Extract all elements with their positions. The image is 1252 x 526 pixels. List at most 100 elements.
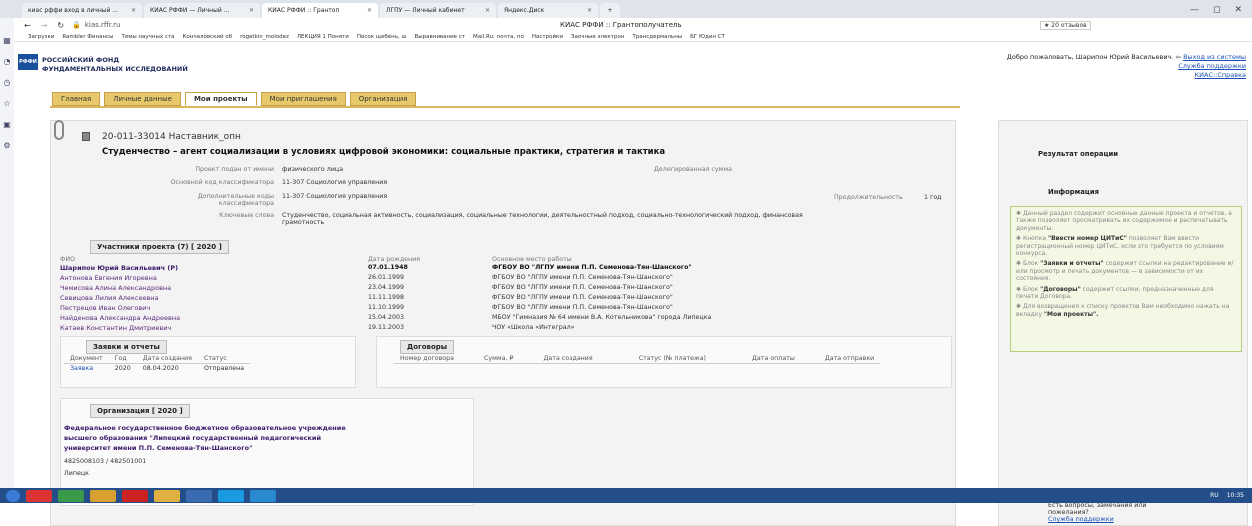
forward-icon[interactable]: → bbox=[41, 21, 48, 30]
clock[interactable]: 10:35 bbox=[1227, 492, 1244, 499]
participant-name[interactable]: Катаев Константин Дмитриевич bbox=[60, 324, 171, 332]
close-icon[interactable]: ✕ bbox=[249, 7, 254, 14]
reviews-badge[interactable]: ★ 20 отзывов bbox=[1040, 20, 1091, 30]
maximize-icon[interactable]: ◻ bbox=[1213, 5, 1220, 15]
language-indicator[interactable]: RU bbox=[1210, 492, 1219, 499]
col-pay-date: Дата оплаты bbox=[746, 354, 819, 364]
col-status: Статус bbox=[197, 354, 251, 364]
participant-name[interactable]: Найденова Александра Андреевна bbox=[60, 314, 180, 322]
bookmark-item[interactable]: ЛЕКЦИЯ 1 Поняти bbox=[297, 34, 349, 40]
rffi-logo[interactable]: РФФИ bbox=[18, 54, 38, 70]
organization-name-line-2[interactable]: высшего образования "Липецкий государств… bbox=[64, 434, 321, 442]
participant-name[interactable]: Севицова Лилия Алексеевна bbox=[60, 294, 159, 302]
participant-name[interactable]: Антонова Евгения Игоревна bbox=[60, 274, 157, 282]
bookmark-item[interactable]: Темы научных ста bbox=[121, 34, 174, 40]
keywords-line-2: грамотность bbox=[282, 219, 325, 226]
grid-icon[interactable]: ▦ bbox=[3, 36, 11, 45]
start-icon[interactable] bbox=[6, 489, 20, 502]
bookmark-item[interactable]: Настройки bbox=[532, 34, 563, 40]
organization-name-line-1[interactable]: Федеральное государственное бюджетное об… bbox=[64, 424, 346, 432]
duration-label: Продолжительность bbox=[834, 194, 903, 201]
info-text: Кнопка bbox=[1022, 235, 1047, 243]
info-highlight: "Договоры" bbox=[1040, 285, 1081, 293]
settings-icon[interactable]: ⚙ bbox=[3, 141, 10, 150]
bookmark-item[interactable]: БГ Юдин СТ bbox=[690, 34, 725, 40]
participant-work: ФГБОУ ВО "ЛГПУ имени П.П. Семенова-Тян-Ш… bbox=[492, 284, 673, 291]
collections-icon[interactable]: ▣ bbox=[3, 120, 11, 129]
app-icon[interactable] bbox=[186, 489, 212, 502]
skype-icon[interactable] bbox=[218, 489, 244, 502]
reload-icon[interactable]: ↻ bbox=[57, 21, 64, 30]
bookmark-item[interactable]: Выравнивание ст bbox=[415, 34, 466, 40]
help-link[interactable]: КИАС::Справка bbox=[1195, 71, 1246, 79]
delegated-label: Делегированная сумма bbox=[654, 166, 732, 173]
tab-main[interactable]: Главная bbox=[52, 92, 101, 106]
participant-birth: 19.11.2003 bbox=[368, 324, 405, 331]
org-name-line2: ФУНДАМЕНТАЛЬНЫХ ИССЛЕДОВАНИЙ bbox=[42, 65, 188, 73]
bookmark-item[interactable]: Кончаловский об bbox=[182, 34, 232, 40]
participant-work: ФГБОУ ВО "ЛГПУ имени П.П. Семенова-Тян-Ш… bbox=[492, 274, 673, 281]
history-icon[interactable]: ◷ bbox=[4, 78, 11, 87]
browser-tab[interactable]: Яндекс.Диск ✕ bbox=[498, 3, 598, 18]
organization-name-line-3[interactable]: университет имени П.П. Семенова-Тян-Шанс… bbox=[64, 444, 252, 452]
tab-my-projects[interactable]: Мои проекты bbox=[184, 92, 257, 106]
bookmark-item[interactable]: Заочные электрон bbox=[571, 34, 624, 40]
close-icon[interactable]: ✕ bbox=[485, 7, 490, 14]
close-icon[interactable]: ✕ bbox=[131, 7, 136, 14]
info-box: ✱ Данный раздел содержит основные данные… bbox=[1010, 206, 1242, 352]
new-tab-button[interactable]: + bbox=[600, 3, 620, 18]
close-icon[interactable]: ✕ bbox=[587, 7, 592, 14]
back-icon[interactable]: ← bbox=[24, 21, 31, 30]
yandex-browser-icon[interactable] bbox=[26, 489, 52, 502]
browser-tab[interactable]: КИАС РФФИ — Личный ... ✕ bbox=[144, 3, 260, 18]
minimize-icon[interactable]: — bbox=[1190, 5, 1199, 15]
logout-link[interactable]: Выход из системы bbox=[1183, 53, 1246, 61]
bookmark-item[interactable]: Песок щебень, ш bbox=[357, 34, 407, 40]
support-link-bottom[interactable]: Служба поддержки bbox=[1048, 516, 1114, 523]
bookmark-item[interactable]: rogatkin_molodez bbox=[240, 34, 289, 40]
keywords-line-1: Студенчество, социальная активность, соц… bbox=[282, 212, 803, 219]
browser-tab[interactable]: ЛГПУ — Личный кабинет ✕ bbox=[380, 3, 496, 18]
tab-organization[interactable]: Организация bbox=[349, 92, 417, 106]
document-icon[interactable] bbox=[82, 132, 90, 141]
participant-name[interactable]: Пестрецов Иван Олегович bbox=[60, 304, 150, 312]
tab-personal-data[interactable]: Личные данные bbox=[104, 92, 181, 106]
info-paragraph: ✱ Блок "Договоры" содержит ссылки, предн… bbox=[1016, 285, 1214, 301]
url-field[interactable]: kias.rffr.ru bbox=[85, 21, 121, 29]
window-close-icon[interactable]: ✕ bbox=[1234, 5, 1242, 15]
info-paragraph: ✱ Для возвращения к списку проектов Вам … bbox=[1016, 303, 1230, 318]
files-icon[interactable] bbox=[90, 489, 116, 502]
chrome-icon[interactable] bbox=[58, 489, 84, 502]
browser-tab[interactable]: киас рффи вход в личный ... ✕ bbox=[22, 3, 142, 18]
browser-tab-active[interactable]: КИАС РФФИ :: Грантоп ✕ bbox=[262, 3, 378, 18]
browser-tab-bar: киас рффи вход в личный ... ✕ КИАС РФФИ —… bbox=[0, 0, 1252, 18]
explorer-icon[interactable] bbox=[154, 489, 180, 502]
edge-icon[interactable] bbox=[250, 489, 276, 502]
star-icon[interactable]: ☆ bbox=[3, 99, 10, 108]
participant-work: МБОУ "Гимназия № 64 имени В.А. Котельник… bbox=[492, 314, 712, 321]
col-contract-status: Статус (№ платежа) bbox=[632, 354, 747, 364]
participant-name[interactable]: Чемисова Алина Александровна bbox=[60, 284, 171, 292]
notification-icon[interactable]: ◔ bbox=[4, 57, 11, 66]
bookmark-item[interactable]: Mail.Ru: почта, по bbox=[473, 34, 524, 40]
col-year: Год bbox=[108, 354, 137, 364]
yandex-icon[interactable] bbox=[122, 489, 148, 502]
duration-value: 1 год bbox=[924, 194, 942, 201]
col-created: Дата создания bbox=[136, 354, 198, 364]
col-birth: Дата рождения bbox=[368, 256, 421, 263]
extra-code-value: 11-307 Социология управления bbox=[282, 193, 388, 200]
organization-city: Липецк bbox=[64, 470, 89, 477]
tab-label: киас рффи вход в личный ... bbox=[28, 7, 119, 14]
welcome-text: Добро пожаловать, Шарипон Юрий Васильеви… bbox=[1007, 53, 1246, 61]
participant-name[interactable]: Шарипон Юрий Васильевич (Р) bbox=[60, 264, 178, 272]
tab-my-invitations[interactable]: Мои приглашения bbox=[260, 92, 346, 106]
info-title: Информация bbox=[1048, 188, 1099, 196]
bookmark-item[interactable]: Трансдермальны bbox=[632, 34, 682, 40]
bookmark-item[interactable]: Загрузки bbox=[28, 34, 54, 40]
info-paragraph: ✱ Кнопка "Ввести номер ЦИТиС" позволяет … bbox=[1016, 235, 1224, 258]
col-sent-date: Дата отправки bbox=[818, 354, 881, 364]
bookmark-item[interactable]: Rambler Финансы bbox=[62, 34, 113, 40]
close-icon[interactable]: ✕ bbox=[367, 7, 372, 14]
support-link[interactable]: Служба поддержки bbox=[1178, 62, 1246, 70]
request-doc-link[interactable]: Заявка bbox=[64, 364, 109, 374]
